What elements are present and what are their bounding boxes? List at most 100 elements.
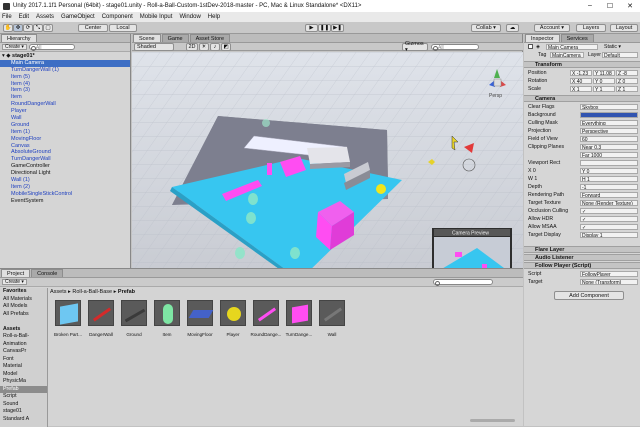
active-checkbox[interactable] xyxy=(528,44,533,49)
hierarchy-row[interactable]: AbsoluteGround xyxy=(0,149,130,156)
project-tree-item[interactable]: CanvasPr xyxy=(0,348,47,356)
asset-item[interactable]: Player xyxy=(217,300,249,345)
camera-property-value[interactable]: None (Render Texture) xyxy=(580,200,638,206)
project-tree-item[interactable]: Roll-a-Ball- xyxy=(0,333,47,341)
script-field[interactable]: FollowPlayer xyxy=(580,271,638,277)
hierarchy-create-button[interactable]: Create ▾ xyxy=(2,44,27,50)
hierarchy-row[interactable]: MobileSingleStickControl xyxy=(0,191,130,198)
hierarchy-search-input[interactable]: All xyxy=(28,44,75,51)
project-tree-item[interactable]: Favorites xyxy=(0,288,47,296)
flare-layer-header[interactable]: Flare Layer xyxy=(524,246,640,253)
pivot-local-button[interactable]: Local xyxy=(109,24,137,32)
add-component-button[interactable]: Add Component xyxy=(554,291,624,300)
hierarchy-row[interactable]: TurnDangerWall (1) xyxy=(0,67,130,74)
tab-inspector[interactable]: Inspector xyxy=(525,34,560,42)
minimize-icon[interactable]: – xyxy=(580,2,600,10)
position-y-field[interactable]: Y 11.08 xyxy=(593,70,615,76)
tab-hierarchy[interactable]: Hierarchy xyxy=(1,34,37,42)
project-tree-item[interactable]: Model xyxy=(0,371,47,379)
menu-mobile-input[interactable]: Mobile Input xyxy=(140,14,173,20)
audio-icon[interactable]: ♪ xyxy=(210,43,220,51)
project-tree-item[interactable]: Animation xyxy=(0,341,47,349)
gizmos-dropdown[interactable]: Gizmos ▾ xyxy=(402,41,428,53)
project-tree-item[interactable]: Script xyxy=(0,393,47,401)
static-dropdown[interactable]: Static ▾ xyxy=(604,44,621,50)
scale-tool-icon[interactable]: ⤡ xyxy=(33,24,43,32)
layers-dropdown[interactable]: Layers xyxy=(576,24,606,32)
camera-property-value[interactable]: Everything xyxy=(580,120,638,126)
layout-dropdown[interactable]: Layout xyxy=(610,24,638,32)
menu-file[interactable]: File xyxy=(2,14,12,20)
shading-mode-dropdown[interactable]: Shaded xyxy=(134,43,174,51)
camera-property-value[interactable]: Skybox xyxy=(580,104,638,110)
rotate-tool-icon[interactable]: ⟳ xyxy=(23,24,33,32)
camera-property-value[interactable]: Y 0 xyxy=(580,168,638,174)
camera-property-value[interactable]: Far 1000 xyxy=(580,152,638,158)
camera-property-value[interactable]: Display 1 xyxy=(580,232,638,238)
camera-property-value[interactable]: ✓ xyxy=(580,224,638,230)
menu-help[interactable]: Help xyxy=(208,14,220,20)
hierarchy-row[interactable]: Item (1) xyxy=(0,129,130,136)
asset-item[interactable]: Wall xyxy=(316,300,348,345)
menu-window[interactable]: Window xyxy=(179,14,200,20)
hierarchy-row[interactable]: Player xyxy=(0,108,130,115)
tab-project[interactable]: Project xyxy=(1,269,31,277)
project-tree-item[interactable]: Assets xyxy=(0,326,47,334)
breadcrumb-roll-a-ball-base[interactable]: Roll-a-Ball-Base xyxy=(72,289,112,295)
lighting-icon[interactable]: ☀ xyxy=(199,43,209,51)
camera-property-value[interactable]: H 1 xyxy=(580,176,638,182)
menu-component[interactable]: Component xyxy=(102,14,133,20)
asset-item[interactable]: Item xyxy=(151,300,183,345)
tab-services[interactable]: Services xyxy=(560,34,594,42)
hierarchy-row[interactable]: TurnDangerWall xyxy=(0,156,130,163)
project-search-input[interactable] xyxy=(433,279,493,286)
scale-z-field[interactable]: Z 1 xyxy=(616,86,638,92)
mode-2d-button[interactable]: 2D xyxy=(186,43,198,51)
asset-item[interactable]: Ground xyxy=(118,300,150,345)
hierarchy-row[interactable]: Item (3) xyxy=(0,87,130,94)
pivot-center-button[interactable]: Center xyxy=(78,24,108,32)
camera-property-value[interactable]: -1 xyxy=(580,184,638,190)
project-tree-item[interactable]: All Models xyxy=(0,303,47,311)
maximize-icon[interactable]: ☐ xyxy=(600,2,620,10)
camera-property-value[interactable]: Perspective xyxy=(580,128,638,134)
position-z-field[interactable]: Z -8 xyxy=(616,70,638,76)
follow-player-header[interactable]: Follow Player (Script) xyxy=(524,262,640,269)
hierarchy-row[interactable]: EventSystem xyxy=(0,198,130,205)
play-button[interactable]: ▶ xyxy=(305,24,318,32)
hierarchy-row[interactable]: Item (2) xyxy=(0,184,130,191)
project-tree-item[interactable]: Sound xyxy=(0,401,47,409)
account-button[interactable]: Account ▾ xyxy=(534,24,570,32)
project-tree-item[interactable]: All Materials xyxy=(0,296,47,304)
asset-item[interactable]: Broken Part... xyxy=(52,300,84,345)
project-tree-item[interactable]: Prefab xyxy=(0,385,47,393)
hierarchy-row[interactable]: Item xyxy=(0,94,130,101)
project-create-button[interactable]: Create ▾ xyxy=(2,279,27,285)
tab-asset-store[interactable]: Asset Store xyxy=(189,34,231,42)
object-name-field[interactable]: Main Camera xyxy=(546,44,598,50)
project-tree-item[interactable]: Font xyxy=(0,356,47,364)
tab-scene[interactable]: Scene xyxy=(133,34,161,42)
hierarchy-row[interactable]: Item (5) xyxy=(0,74,130,81)
hierarchy-row[interactable]: Canvas xyxy=(0,143,130,150)
camera-property-value[interactable]: Near 0.3 xyxy=(580,144,638,150)
asset-item[interactable]: DangerWall xyxy=(85,300,117,345)
camera-property-value[interactable]: 60 xyxy=(580,136,638,142)
camera-property-value[interactable]: ✓ xyxy=(580,208,638,214)
layer-dropdown[interactable]: Default xyxy=(602,52,638,58)
scene-root-row[interactable]: ▾ ◆ stage01* xyxy=(0,53,130,60)
camera-property-value[interactable]: Forward xyxy=(580,192,638,198)
rotation-z-field[interactable]: Z 0 xyxy=(616,78,638,84)
breadcrumb-prefab[interactable]: Prefab xyxy=(118,289,135,295)
project-tree-item[interactable]: All Prefabs xyxy=(0,311,47,319)
hierarchy-row[interactable]: MovingFloor xyxy=(0,136,130,143)
camera-property-value[interactable] xyxy=(580,160,638,166)
scene-search-input[interactable]: All xyxy=(431,44,479,51)
scene-viewport[interactable]: Persp Camera Preview xyxy=(132,52,523,268)
collab-button[interactable]: Collab ▾ xyxy=(471,24,501,32)
tag-dropdown[interactable]: MainCamera xyxy=(550,52,584,58)
camera-property-value[interactable] xyxy=(580,112,638,118)
scale-y-field[interactable]: Y 1 xyxy=(593,86,615,92)
hand-tool-icon[interactable]: ✋ xyxy=(3,24,13,32)
move-tool-icon[interactable]: ✥ xyxy=(13,24,23,32)
